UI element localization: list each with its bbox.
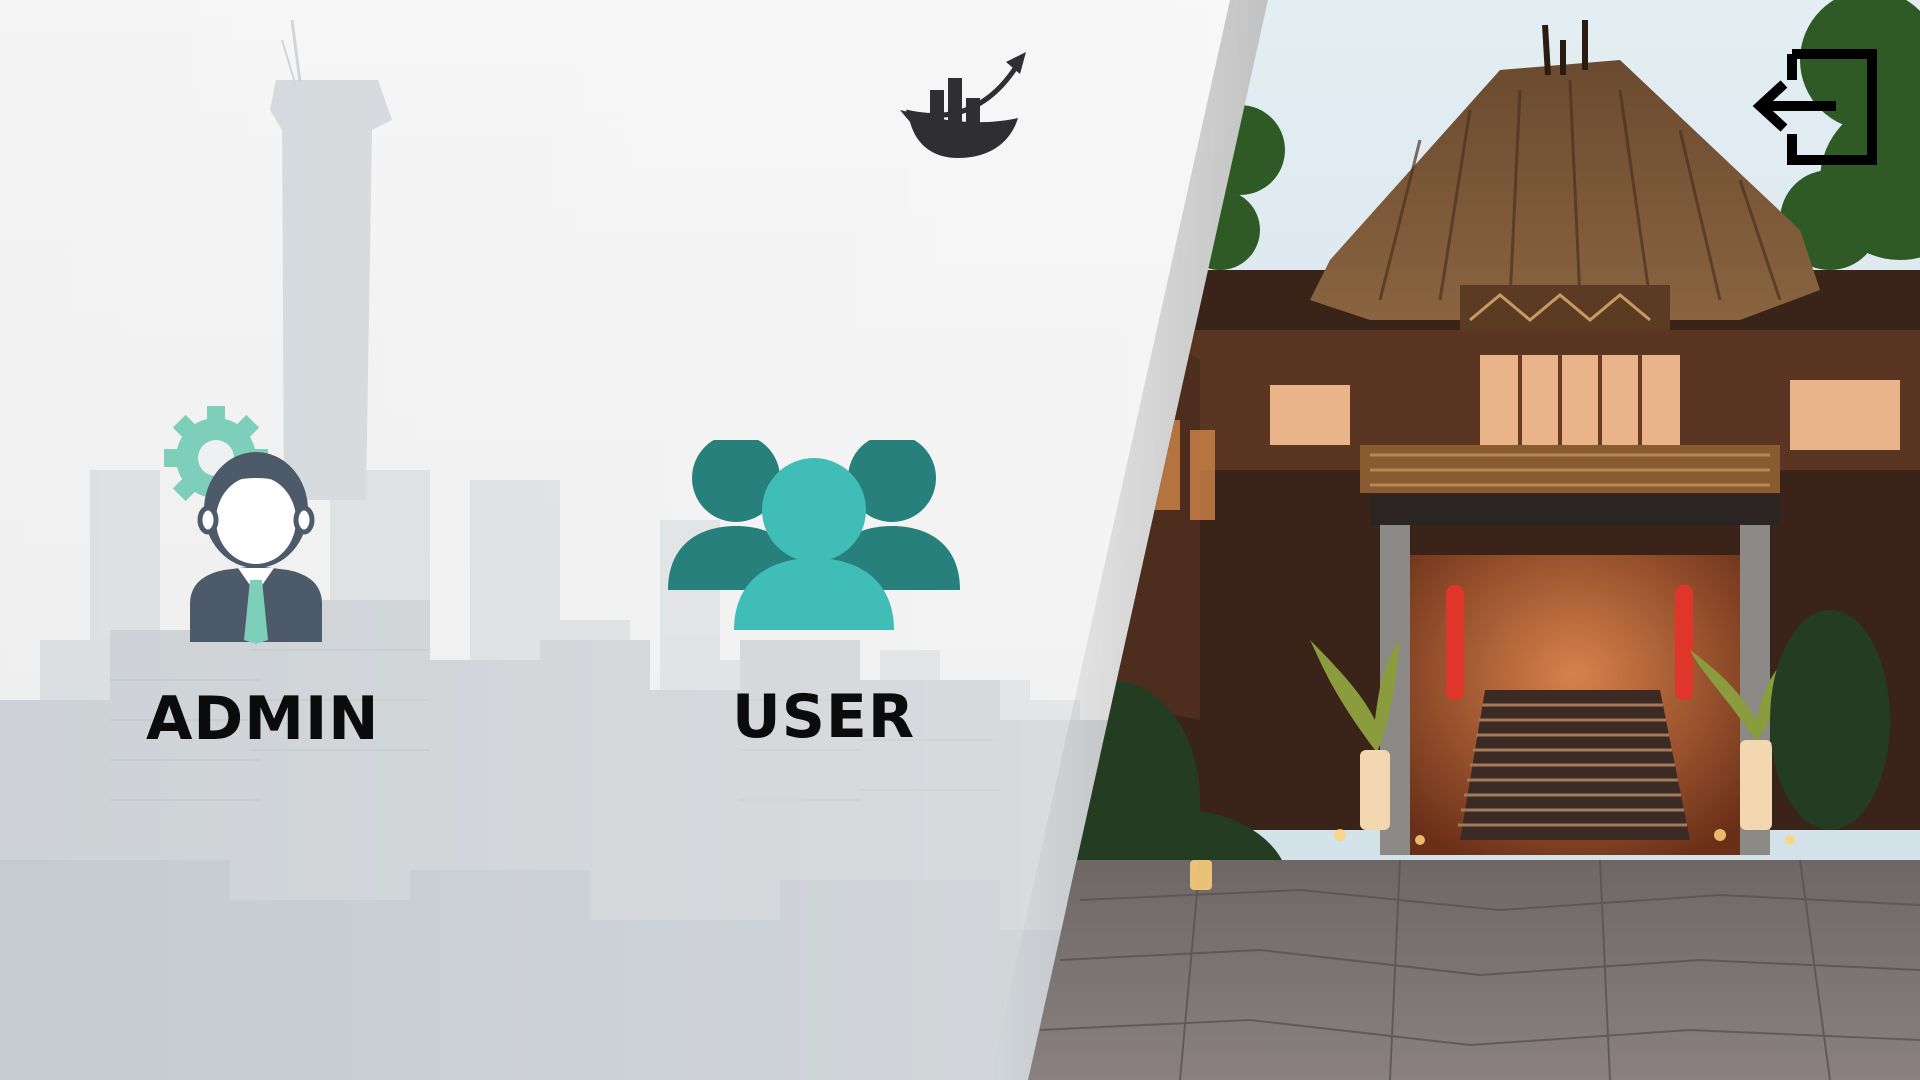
admin-user-gear-icon xyxy=(164,406,322,644)
admin-role-label: ADMIN xyxy=(146,684,380,754)
growth-chart-logo-icon xyxy=(892,48,1030,160)
admin-role-option[interactable]: ADMIN xyxy=(140,404,380,764)
role-selection-screen: ADMIN USER xyxy=(0,0,1920,1080)
user-group-icon xyxy=(668,440,960,630)
user-role-label: USER xyxy=(732,682,916,752)
logout-arrow-icon xyxy=(1752,49,1877,165)
user-role-option[interactable]: USER xyxy=(660,440,970,760)
logout-button[interactable] xyxy=(1744,46,1882,168)
